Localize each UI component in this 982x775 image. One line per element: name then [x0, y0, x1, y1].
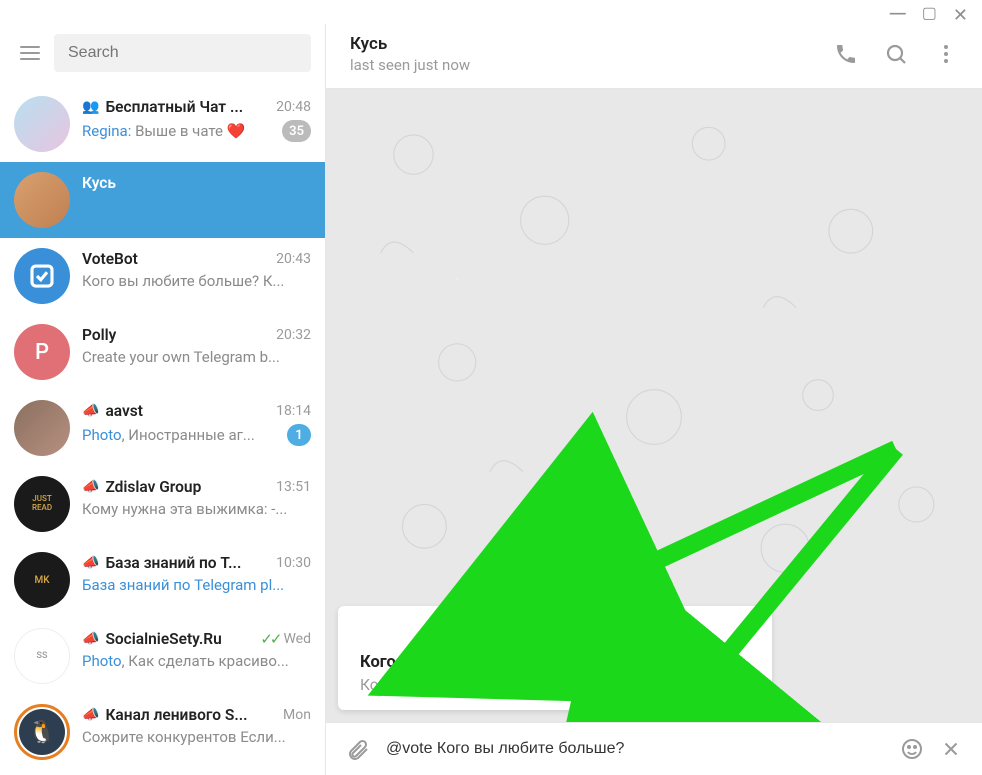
chat-name: VoteBot — [82, 250, 138, 268]
chat-time: 20:32 — [276, 327, 311, 343]
chat-preview: Кому нужна эта выжимка: -... — [82, 500, 311, 518]
unread-badge: 1 — [287, 424, 311, 446]
chat-name: Бесплатный Чат ... — [105, 98, 243, 116]
chat-time: 20:43 — [276, 251, 311, 267]
chat-preview: Create your own Telegram b... — [82, 348, 311, 366]
attach-icon[interactable] — [346, 737, 370, 761]
chat-time: 18:14 — [276, 403, 311, 419]
search-icon[interactable] — [884, 42, 908, 66]
chat-preview: Regina: Выше в чате ❤️ — [82, 122, 274, 140]
popup-options: Кошек / Собак / Попугаев — [360, 676, 750, 694]
channel-icon: 📣 — [82, 555, 99, 571]
chat-name: SocialnieSety.Ru — [105, 630, 221, 648]
chat-time: 20:48 — [276, 99, 311, 115]
maximize-button[interactable]: ▢ — [922, 6, 937, 24]
emoji-icon[interactable] — [900, 737, 924, 761]
chat-name: Канал ленивого S... — [105, 706, 247, 724]
chat-preview: Photo, Иностранные аг... — [82, 426, 279, 444]
more-icon[interactable] — [934, 42, 958, 66]
read-checks-icon: ✓✓ — [260, 630, 279, 648]
chat-item[interactable]: Кусь — [0, 162, 325, 238]
chat-preview: База знаний по Telegram pl... — [82, 576, 311, 594]
channel-icon: 📣 — [82, 707, 99, 723]
channel-icon: 📣 — [82, 403, 99, 419]
clear-icon[interactable] — [940, 738, 962, 760]
chat-preview: Сожрите конкурентов Если... — [82, 728, 311, 746]
popup-question: Кого вы любите больше? — [360, 653, 750, 672]
unread-badge: 35 — [282, 120, 311, 142]
avatar — [14, 96, 70, 152]
sidebar: 👥 Бесплатный Чат ... 20:48 Regina: Выше в… — [0, 24, 326, 775]
chat-name: aavst — [105, 402, 142, 420]
avatar — [14, 248, 70, 304]
avatar — [14, 172, 70, 228]
chat-name: Polly — [82, 326, 116, 344]
channel-icon: 📣 — [82, 479, 99, 495]
popup-action: Create new poll — [360, 620, 750, 639]
channel-icon: 📣 — [82, 631, 99, 647]
inline-result-popup[interactable]: Create new poll Кого вы любите больше? К… — [338, 606, 772, 710]
avatar: SS — [14, 628, 70, 684]
search-input[interactable] — [54, 34, 311, 72]
chat-title[interactable]: Кусь — [350, 34, 816, 54]
chat-preview: Photo, Как сделать красиво... — [82, 652, 311, 670]
message-input[interactable] — [386, 740, 884, 758]
avatar: MK — [14, 552, 70, 608]
chat-time: 10:30 — [276, 555, 311, 571]
chat-name: База знаний по T... — [105, 554, 241, 572]
chat-preview: Кого вы любите больше? К... — [82, 272, 311, 290]
avatar: P — [14, 324, 70, 380]
chat-item[interactable]: 👥 Бесплатный Чат ... 20:48 Regina: Выше в… — [0, 86, 325, 162]
minimize-button[interactable]: — — [890, 6, 906, 24]
call-icon[interactable] — [834, 42, 858, 66]
avatar: JUSTREAD — [14, 476, 70, 532]
close-button[interactable]: ✕ — [953, 6, 968, 24]
chat-time: Mon — [283, 707, 311, 723]
chat-item[interactable]: MK 📣 База знаний по T... 10:30 База знани… — [0, 542, 325, 618]
avatar — [14, 400, 70, 456]
group-icon: 👥 — [82, 99, 99, 115]
chat-list: 👥 Бесплатный Чат ... 20:48 Regina: Выше в… — [0, 86, 325, 775]
chat-time: Wed — [283, 631, 311, 647]
avatar: 🐧 — [14, 704, 70, 760]
chat-name: Кусь — [82, 174, 116, 192]
chat-time: 13:51 — [276, 479, 311, 495]
chat-background: Create new poll Кого вы любите больше? К… — [326, 89, 982, 722]
chat-item[interactable]: P Polly 20:32 Create your own Telegram b… — [0, 314, 325, 390]
chat-item[interactable]: VoteBot 20:43 Кого вы любите больше? К..… — [0, 238, 325, 314]
chat-name: Zdislav Group — [105, 478, 201, 496]
chat-item[interactable]: SS 📣 SocialnieSety.Ru ✓✓Wed Photo, Как сд… — [0, 618, 325, 694]
chat-item[interactable]: 📣 aavst 18:14 Photo, Иностранные аг... 1 — [0, 390, 325, 466]
chat-panel: Кусь last seen just now Create — [326, 24, 982, 775]
menu-icon[interactable] — [20, 46, 40, 60]
chat-status: last seen just now — [350, 56, 816, 74]
chat-item[interactable]: 🐧 📣 Канал ленивого S... Mon Сожрите конку… — [0, 694, 325, 770]
chat-item[interactable]: JUSTREAD 📣 Zdislav Group 13:51 Кому нужна… — [0, 466, 325, 542]
